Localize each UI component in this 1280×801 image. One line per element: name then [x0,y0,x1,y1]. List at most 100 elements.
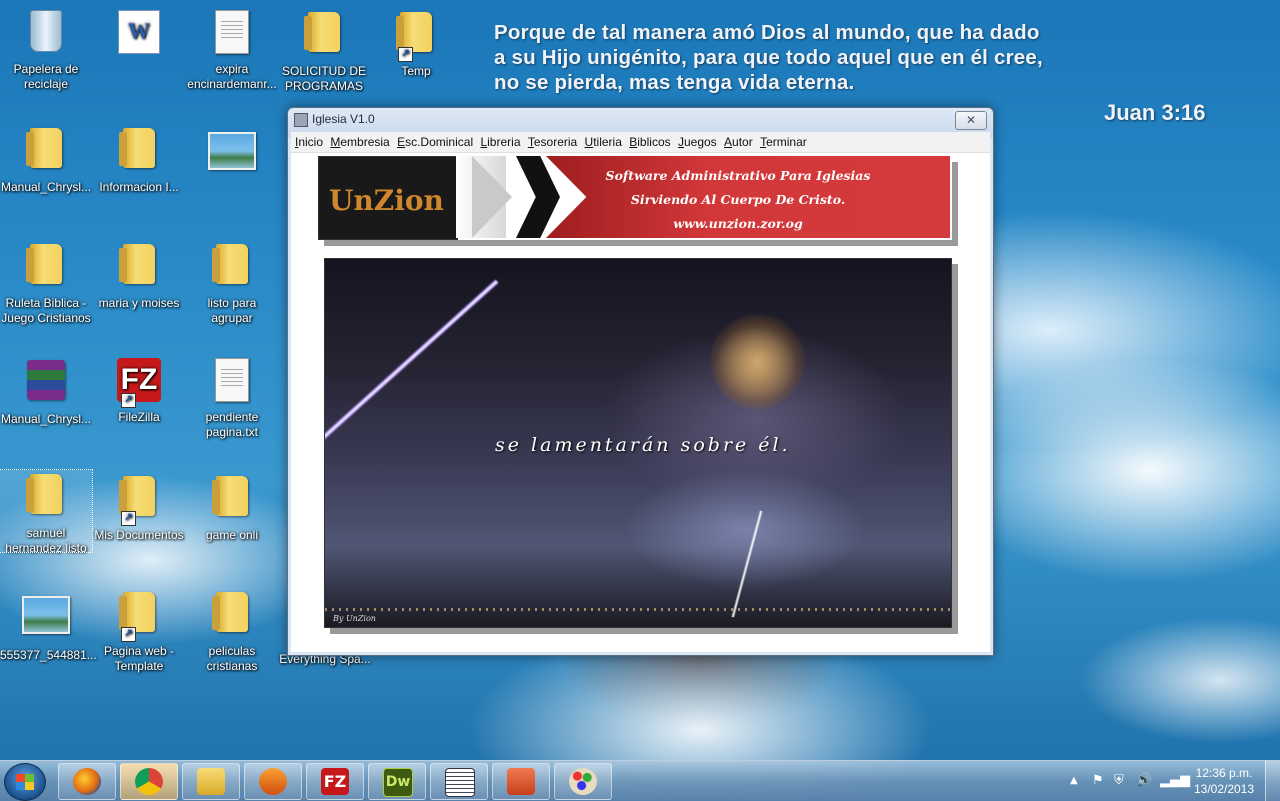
desktop-icon-label: listo para agrupar [207,296,257,325]
desktop-icon-temp[interactable]: ↗ Temp [370,8,462,79]
desktop-icon-label: FileZilla [118,410,160,424]
taskbar-filezilla[interactable]: FZ [306,763,364,800]
folder-icon [22,244,70,292]
text-file-icon [208,358,256,406]
powerpoint-icon [507,768,535,795]
banner-line-2: Sirviendo Al Cuerpo De Cristo. [630,192,846,207]
menu-biblicos[interactable]: Biblicos [627,132,672,149]
menu-tesoreria[interactable]: Tesoreria [526,132,579,149]
desktop-icon-label: Temp [401,64,431,78]
folder-icon: ↗ [115,592,163,642]
start-button[interactable] [4,763,46,801]
shortcut-arrow-icon: ↗ [121,627,136,642]
close-icon: ✕ [965,113,977,127]
taskbar-firefox[interactable] [58,763,116,800]
desktop-icon-label: samuel hernandez listo [5,526,87,555]
desktop-icon-ruleta-biblica[interactable]: Ruleta Biblica - Juego Cristianos [0,240,92,326]
document-icon [208,10,256,58]
folder-icon [208,476,256,524]
filezilla-icon: FZ [321,768,349,795]
iglesia-window: Iglesia V1.0 ✕ Inicio Membresia Esc.Domi… [287,107,994,656]
verse-reference: Juan 3:16 [1104,100,1206,125]
menu-libreria[interactable]: Libreria [478,132,522,149]
winrar-icon [22,360,70,408]
menu-terminar[interactable]: Terminar [758,132,809,149]
desktop-icon-pagina-web[interactable]: ↗ Pagina web - Template [93,588,185,674]
desktop-icon-filezilla[interactable]: FZ ↗ FileZilla [93,356,185,425]
lion-lightning-image: se lamentarán sobre él. By UnZion [324,258,952,628]
desktop-icon-solicitud[interactable]: SOLICITUD DE PROGRAMAS [278,8,370,94]
desktop-icon-label: 555377_544881... [0,648,97,662]
verse-line-3: no se pierda, mas tenga vida eterna. [494,71,855,94]
desktop-icon-listo-agrupar[interactable]: listo para agrupar [186,240,278,326]
desktop-icon-game-onli[interactable]: game onli [186,472,278,543]
desktop-icon-manual-rar[interactable]: Manual_Chrysl... [0,356,92,427]
desktop-icon-label: Manual_Chrysl... [0,412,92,426]
verse-line-2: a su Hijo unigénito, para que todo aquel… [494,46,1043,69]
lightning-bolt [325,279,500,565]
menu-autor[interactable]: Autor [722,132,755,149]
desktop-icon-maria-moises[interactable]: maria y moises [93,240,185,311]
desktop-icon-manual-folder[interactable]: Manual_Chrysl... [0,124,92,195]
folder-icon: ↗ [115,476,163,526]
shortcut-arrow-icon: ↗ [398,47,413,62]
image-signature: By UnZion [333,614,376,623]
taskbar-media-player[interactable] [244,763,302,800]
taskbar-clock[interactable]: 12:36 p.m. 13/02/2013 [1184,765,1264,797]
security-shield-icon[interactable]: ⛨ [1114,773,1124,788]
window-client-area: Inicio Membresia Esc.Dominical Libreria … [291,132,990,652]
menu-esc-dominical[interactable]: Esc.Dominical [395,132,475,149]
shortcut-arrow-icon: ↗ [121,511,136,526]
desktop-icon-informacion[interactable]: Informacion I... [93,124,185,195]
desktop-icon-mis-documentos[interactable]: ↗ Mis Documentos [93,472,185,543]
taskbar-paint[interactable] [554,763,612,800]
paint-palette-icon [569,768,597,795]
desktop-icon-image-555377[interactable]: 555377_544881... [0,588,97,663]
taskbar-chrome[interactable] [120,763,178,800]
window-titlebar[interactable]: Iglesia V1.0 ✕ [288,108,993,132]
image-file-icon [208,132,256,180]
banner-chevron-black [516,156,560,238]
explorer-folder-icon [197,768,225,795]
logo-text: UnZion [329,184,444,217]
media-player-icon [259,768,287,795]
taskbar-powerpoint[interactable] [492,763,550,800]
taskbar-dreamweaver[interactable]: Dw [368,763,426,800]
show-desktop-button[interactable] [1265,761,1280,801]
desktop-icon-samuel[interactable]: samuel hernandez listo [0,469,93,555]
volume-icon[interactable]: 🔊 [1136,773,1152,788]
menu-bar: Inicio Membresia Esc.Dominical Libreria … [291,132,990,153]
desktop-icon-image[interactable] [186,124,278,184]
menu-inicio[interactable]: Inicio [293,132,325,149]
desktop-icon-label: Pagina web - Template [103,644,175,673]
desktop-icon-word-doc[interactable]: W [93,8,185,62]
close-button[interactable]: ✕ [955,111,987,130]
folder-icon [208,592,256,640]
show-hidden-icons-icon[interactable]: ▲ [1070,775,1078,786]
taskbar-explorer[interactable] [182,763,240,800]
desktop-icon-label: Papelera de reciclaje [13,62,79,91]
app-window-icon [294,113,308,127]
recycle-bin-icon [22,10,70,58]
verse-line-1: Porque de tal manera amó Dios al mundo, … [494,21,1040,44]
folder-icon [115,128,163,176]
window-title: Iglesia V1.0 [312,112,375,126]
clock-date: 13/02/2013 [1193,782,1255,796]
desktop-icon-recycle-bin[interactable]: Papelera de reciclaje [0,8,92,92]
desktop-icon-expira[interactable]: expira encinardemanr... [186,8,278,92]
menu-juegos[interactable]: Juegos [676,132,719,149]
desktop-icon-peliculas[interactable]: peliculas cristianas [186,588,278,674]
system-tray: ▲ ⚑ ⛨ 🔊 ▂▄▆ [1066,761,1190,801]
folder-icon: ↗ [392,12,440,62]
taskbar-iglesia-app[interactable] [430,763,488,800]
desktop-icon-label: Manual_Chrysl... [0,180,92,194]
wallpaper-verse: Porque de tal manera amó Dios al mundo, … [494,20,1274,95]
folder-icon [115,244,163,292]
menu-membresia[interactable]: Membresia [328,132,391,149]
desktop-icon-label: peliculas cristianas [206,644,258,673]
lightning-bolt-secondary [730,510,764,618]
desktop-icon-pendiente[interactable]: pendiente pagina.txt [186,356,278,440]
action-center-flag-icon[interactable]: ⚑ [1092,773,1104,788]
image-caption: se lamentarán sobre él. [495,434,791,456]
menu-utileria[interactable]: Utileria [583,132,624,149]
